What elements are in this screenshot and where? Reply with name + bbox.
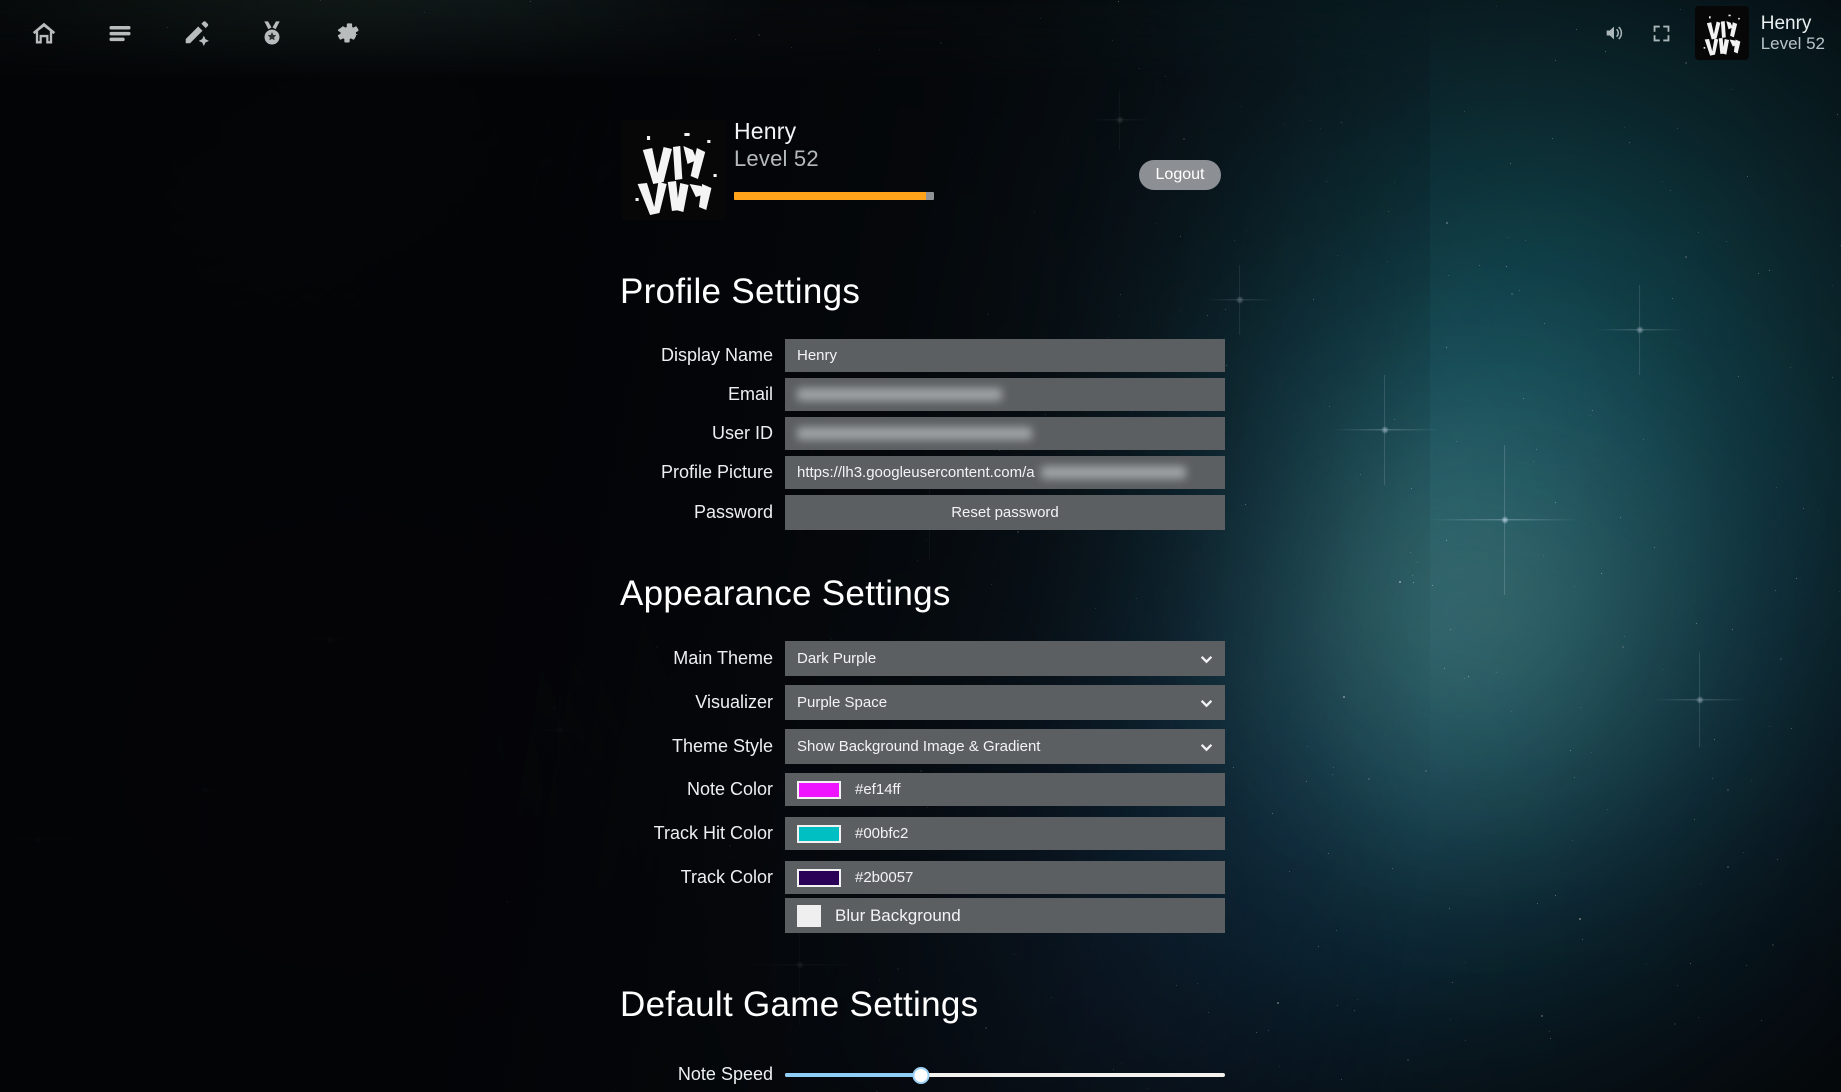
blur-background-label: Blur Background: [835, 905, 961, 925]
track-color-hex-value: #2b0057: [855, 869, 914, 886]
blur-background-checkbox[interactable]: [797, 904, 821, 927]
track-hit-color-hex-value: #00bfc2: [855, 825, 909, 842]
xp-progress-fill: [734, 192, 926, 200]
appearance-setting-row: Note Color #ef14ff: [620, 773, 1225, 806]
home-icon[interactable]: [24, 13, 64, 53]
blur-background-row: Blur Background: [620, 898, 1225, 933]
theme-style-selected-value: Show Background Image & Gradient: [797, 738, 1041, 755]
menu-icon[interactable]: [100, 13, 140, 53]
profile-name: Henry: [734, 118, 797, 144]
appearance-setting-label: Note Color: [686, 779, 773, 799]
nav-icon-group: [10, 13, 368, 53]
chevron-down-icon: [1200, 696, 1213, 709]
track-color-field[interactable]: #2b0057: [785, 861, 1225, 894]
profile-setting-row: Password Reset password: [620, 495, 1225, 530]
logout-button[interactable]: Logout: [1139, 160, 1221, 190]
note-color-swatch[interactable]: [797, 780, 841, 799]
game-settings-title: Default Game Settings: [620, 985, 979, 1024]
profile-setting-row: Profile Picture https://lh3.googleusercon…: [620, 456, 1225, 489]
main-theme-select[interactable]: Dark Purple: [785, 641, 1225, 676]
user-id-redacted-value: [797, 427, 1032, 440]
visualizer-select[interactable]: Purple Space: [785, 685, 1225, 720]
gear-icon[interactable]: [328, 13, 368, 53]
profile-picture-value: https://lh3.googleusercontent.com/a: [797, 464, 1035, 481]
note-color-hex-value: #ef14ff: [855, 781, 901, 798]
volume-icon[interactable]: [1599, 18, 1629, 48]
profile-setting-row: Display Name Henry: [620, 339, 1225, 372]
fullscreen-icon[interactable]: [1647, 18, 1677, 48]
note-color-field[interactable]: #ef14ff: [785, 773, 1225, 806]
appearance-setting-row: Track Hit Color #00bfc2: [620, 817, 1225, 850]
appearance-setting-row: Theme Style Show Background Image & Gradi…: [620, 729, 1225, 764]
profile-setting-label: Email: [727, 384, 773, 404]
visualizer-selected-value: Purple Space: [797, 694, 888, 711]
track-hit-color-swatch[interactable]: [797, 824, 841, 843]
appearance-setting-row: Main Theme Dark Purple: [620, 641, 1225, 676]
note-speed-row: Note Speed: [620, 1064, 1225, 1085]
top-right-group: Henry Level 52: [1599, 6, 1831, 60]
appearance-setting-label: Visualizer: [695, 692, 773, 712]
theme-style-select[interactable]: Show Background Image & Gradient: [785, 729, 1225, 764]
medal-icon[interactable]: [252, 13, 292, 53]
profile-header: Henry Level 52 Logout: [622, 118, 1222, 220]
appearance-setting-label: Theme Style: [671, 736, 773, 756]
note-speed-label: Note Speed: [677, 1064, 773, 1084]
appearance-setting-label: Track Hit Color: [653, 823, 773, 843]
profile-setting-row: Email: [620, 378, 1225, 411]
top-navigation-bar: Henry Level 52: [0, 0, 1841, 66]
user-chip[interactable]: Henry Level 52: [1694, 6, 1825, 60]
profile-setting-label: Display Name: [660, 345, 773, 365]
avatar: [1694, 6, 1749, 60]
slider-thumb[interactable]: [912, 1066, 930, 1084]
reset-password-button[interactable]: Reset password: [785, 495, 1225, 530]
appearance-setting-row: Visualizer Purple Space: [620, 685, 1225, 720]
track-hit-color-field[interactable]: #00bfc2: [785, 817, 1225, 850]
xp-progress-bar: [734, 192, 934, 200]
appearance-setting-row: Track Color #2b0057: [620, 861, 1225, 894]
chevron-down-icon: [1200, 652, 1213, 665]
profile-settings-title: Profile Settings: [620, 272, 861, 311]
chip-user-name: Henry: [1760, 12, 1812, 34]
chevron-down-icon: [1200, 740, 1213, 753]
track-color-swatch[interactable]: [797, 868, 841, 887]
note-speed-slider[interactable]: [785, 1066, 1225, 1084]
profile-setting-row: User ID: [620, 417, 1225, 450]
user-id-field[interactable]: [785, 417, 1225, 450]
chip-user-level: Level 52: [1760, 34, 1825, 54]
profile-avatar[interactable]: [622, 120, 726, 220]
main-theme-selected-value: Dark Purple: [797, 650, 877, 667]
appearance-setting-label: Main Theme: [673, 648, 773, 668]
appearance-setting-label: Track Color: [680, 867, 773, 887]
editor-icon[interactable]: [176, 13, 216, 53]
profile-level: Level 52: [734, 146, 819, 171]
profile-picture-redacted-tail: [1040, 466, 1186, 479]
email-field[interactable]: [785, 378, 1225, 411]
profile-setting-label: User ID: [711, 423, 773, 443]
slider-fill: [785, 1072, 922, 1077]
display-name-input[interactable]: Henry: [785, 339, 1225, 372]
appearance-settings-title: Appearance Settings: [620, 574, 951, 613]
profile-setting-label: Password: [693, 502, 773, 522]
profile-setting-label: Profile Picture: [660, 462, 773, 482]
blur-background-field[interactable]: Blur Background: [785, 898, 1225, 933]
settings-page: Henry Level 52 Logout Profile Settings D…: [0, 0, 1841, 1092]
email-redacted-value: [797, 388, 1002, 401]
profile-picture-field[interactable]: https://lh3.googleusercontent.com/a: [785, 456, 1225, 489]
